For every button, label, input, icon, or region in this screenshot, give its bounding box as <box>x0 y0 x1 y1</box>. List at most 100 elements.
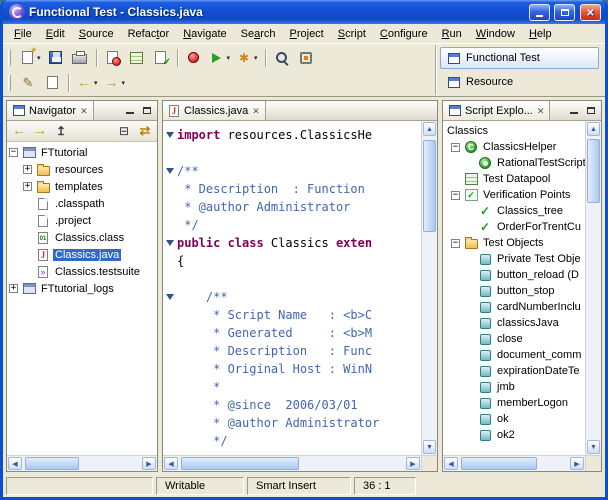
editor-hscrollbar[interactable] <box>163 455 421 471</box>
scroll-right-button[interactable] <box>570 457 584 470</box>
tree-item--classpath[interactable]: .classpath <box>7 195 157 212</box>
scroll-up-button[interactable] <box>587 122 600 136</box>
menu-file[interactable]: File <box>7 26 39 42</box>
search-button[interactable] <box>270 47 294 69</box>
script-explorer-tab[interactable]: Script Explo... <box>443 101 551 120</box>
fold-marker-icon[interactable] <box>163 132 177 138</box>
fold-marker-icon[interactable] <box>163 168 177 174</box>
forward-button[interactable]: ▾ <box>101 72 129 94</box>
navigator-tree[interactable]: − FTtutorial + resources + templates .classpat… <box>7 142 157 455</box>
tree-item-cardnumberinclu[interactable]: cardNumberInclu <box>443 299 585 315</box>
editor-tab-close-icon[interactable] <box>252 105 260 117</box>
script-root-label[interactable]: Classics <box>443 123 585 139</box>
perspective-button-functional-test[interactable]: Functional Test <box>440 47 599 69</box>
scroll-right-button[interactable] <box>406 457 420 470</box>
tree-expander[interactable]: + <box>23 182 32 191</box>
tree-item-test-objects[interactable]: − Test Objects <box>443 235 585 251</box>
scroll-thumb[interactable] <box>461 457 537 470</box>
menu-edit[interactable]: Edit <box>39 26 72 42</box>
new-datapool-button[interactable] <box>125 47 149 69</box>
tree-item-document-comm[interactable]: document_comm <box>443 347 585 363</box>
tree-item-ok[interactable]: ok <box>443 411 585 427</box>
print-button[interactable] <box>68 47 92 69</box>
save-button[interactable] <box>44 47 68 69</box>
scroll-left-button[interactable] <box>444 457 458 470</box>
tree-expander[interactable]: − <box>451 238 460 248</box>
tree-item-fttutorial[interactable]: − FTtutorial <box>7 144 157 161</box>
up-button[interactable] <box>51 122 71 140</box>
tree-item-ok2[interactable]: ok2 <box>443 427 585 443</box>
menu-project[interactable]: Project <box>283 26 331 42</box>
menu-navigate[interactable]: Navigate <box>176 26 233 42</box>
tree-item-button-reload-d[interactable]: button_reload (D <box>443 267 585 283</box>
title-bar[interactable]: Functional Test - Classics.java <box>3 0 605 24</box>
navigator-close-icon[interactable] <box>80 105 88 117</box>
tree-item-expirationdatete[interactable]: expirationDateTe <box>443 363 585 379</box>
tree-item-button-stop[interactable]: button_stop <box>443 283 585 299</box>
forward-button[interactable] <box>30 122 50 140</box>
tree-item-fttutorial-logs[interactable]: + FTtutorial_logs <box>7 280 157 297</box>
editor-vscrollbar[interactable] <box>421 121 437 455</box>
navigator-tab[interactable]: Navigator <box>7 101 94 120</box>
scroll-left-button[interactable] <box>164 457 178 470</box>
tree-item-classics-tree[interactable]: Classics_tree <box>443 203 585 219</box>
scroll-thumb[interactable] <box>181 457 299 470</box>
tree-item-templates[interactable]: + templates <box>7 178 157 195</box>
back-button[interactable] <box>9 122 29 140</box>
navigator-hscrollbar[interactable] <box>7 455 157 471</box>
tree-item-memberlogon[interactable]: memberLogon <box>443 395 585 411</box>
tree-item-jmb[interactable]: jmb <box>443 379 585 395</box>
minimize-button[interactable] <box>529 3 550 21</box>
tree-expander[interactable]: − <box>451 142 460 152</box>
tree-expander[interactable]: − <box>9 148 18 157</box>
back-button[interactable]: ▾ <box>73 72 101 94</box>
scroll-track[interactable] <box>422 137 437 439</box>
last-edit-location-button[interactable] <box>16 72 40 94</box>
link-with-editor-button[interactable] <box>135 122 155 140</box>
menu-configure[interactable]: Configure <box>373 26 435 42</box>
tree-expander[interactable]: + <box>23 165 32 174</box>
script-vscrollbar[interactable] <box>585 121 601 455</box>
tree-item-classics-class[interactable]: Classics.class <box>7 229 157 246</box>
scroll-up-button[interactable] <box>423 122 436 136</box>
tree-item-classicshelper[interactable]: − ClassicsHelper <box>443 139 585 155</box>
tree-item-test-datapool[interactable]: Test Datapool <box>443 171 585 187</box>
new-test-script-button[interactable] <box>101 47 125 69</box>
tree-item--project[interactable]: .project <box>7 212 157 229</box>
menu-search[interactable]: Search <box>234 26 283 42</box>
script-explorer-maximize-button[interactable] <box>583 104 599 118</box>
menu-run[interactable]: Run <box>435 26 469 42</box>
script-explorer-close-icon[interactable] <box>537 105 545 117</box>
navigator-maximize-button[interactable] <box>139 104 155 118</box>
scroll-track[interactable] <box>23 456 141 471</box>
scroll-right-button[interactable] <box>142 457 156 470</box>
external-tools-button[interactable]: ▾ <box>233 47 261 69</box>
maximize-button[interactable] <box>554 3 575 21</box>
scroll-track[interactable] <box>586 137 601 439</box>
menu-help[interactable]: Help <box>522 26 559 42</box>
tree-item-verification-points[interactable]: − Verification Points <box>443 187 585 203</box>
run-script-button[interactable]: ▾ <box>206 47 234 69</box>
scroll-thumb[interactable] <box>25 457 79 470</box>
tree-item-resources[interactable]: + resources <box>7 161 157 178</box>
tree-item-classicsjava[interactable]: classicsJava <box>443 315 585 331</box>
scroll-thumb[interactable] <box>423 140 436 232</box>
tree-item-classics-java[interactable]: Classics.java <box>7 246 157 263</box>
new-verification-point-button[interactable] <box>149 47 173 69</box>
tree-item-rationaltestscript[interactable]: RationalTestScript <box>443 155 585 171</box>
tree-item-classics-testsuite[interactable]: Classics.testsuite <box>7 263 157 280</box>
scroll-track[interactable] <box>459 456 569 471</box>
tree-item-close[interactable]: close <box>443 331 585 347</box>
script-explorer-minimize-button[interactable] <box>566 104 582 118</box>
new-wizard-button[interactable]: ▾ <box>16 46 44 69</box>
tree-expander[interactable]: + <box>9 284 18 293</box>
editor-tab-classics-java[interactable]: Classics.java <box>163 101 266 120</box>
perspective-button-resource[interactable]: Resource <box>440 71 599 93</box>
tree-item-private-test-obje[interactable]: Private Test Obje <box>443 251 585 267</box>
record-script-button[interactable] <box>182 47 206 69</box>
menu-window[interactable]: Window <box>469 26 522 42</box>
code-area[interactable]: import resources.ClassicsHe /** * Descrip… <box>163 121 421 455</box>
open-type-button[interactable] <box>40 72 64 94</box>
navigator-minimize-button[interactable] <box>122 104 138 118</box>
script-content[interactable]: Classics − ClassicsHelper RationalTestScri… <box>443 121 585 455</box>
